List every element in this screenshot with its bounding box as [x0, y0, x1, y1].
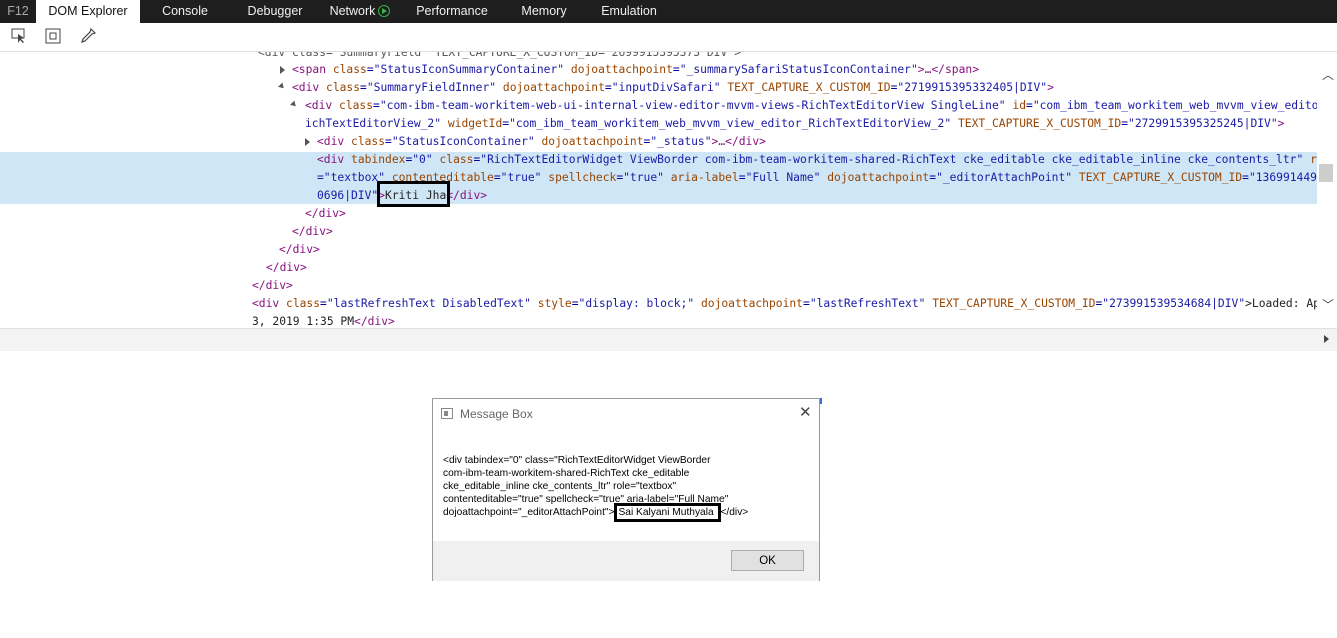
tab-debugger[interactable]: Debugger: [230, 0, 320, 23]
tab-emulation[interactable]: Emulation: [584, 0, 674, 23]
dom-line-span[interactable]: <span class="StatusIconSummaryContainer"…: [292, 61, 979, 79]
tab-network-label: Network: [329, 4, 376, 18]
tab-performance[interactable]: Performance: [400, 0, 504, 23]
expand-arrow-icon[interactable]: [280, 66, 285, 74]
window-icon: [441, 408, 453, 419]
dom-line-summaryfieldinner[interactable]: <div class="SummaryFieldInner" dojoattac…: [292, 79, 1054, 97]
play-icon: [378, 4, 391, 17]
color-picker-icon[interactable]: [79, 27, 97, 45]
message-line: cke_editable_inline cke_contents_ltr" ro…: [443, 481, 677, 492]
dom-line-selected-div[interactable]: <div tabindex="0" class="RichTextEditorW…: [317, 151, 1317, 169]
dom-line-selected-div-cont: ="textbox" contenteditable="true" spellc…: [317, 171, 1317, 184]
highlight-box-icon[interactable]: [44, 27, 62, 45]
dialog-message: <div tabindex="0" class="RichTextEditorW…: [443, 454, 803, 522]
ok-button[interactable]: OK: [731, 550, 804, 571]
tab-console[interactable]: Console: [140, 0, 230, 23]
expand-arrow-icon[interactable]: [305, 138, 310, 146]
collapse-arrow-icon[interactable]: [290, 100, 298, 109]
tab-memory[interactable]: Memory: [504, 0, 584, 23]
scrollbar-thumb[interactable]: [1319, 164, 1333, 182]
dom-tree: <div class="SummaryField" TEXT_CAPTURE_X…: [0, 52, 1317, 328]
tab-f12[interactable]: F12: [0, 0, 36, 23]
dom-explorer-toolbar: [0, 23, 1337, 52]
collapse-arrow-icon[interactable]: [278, 82, 286, 91]
message-box-dialog: Message Box ✕ <div tabindex="0" class="R…: [432, 398, 820, 581]
dom-line-close: </div>: [266, 261, 307, 274]
select-element-icon[interactable]: [10, 27, 28, 45]
dom-line-close: </div>: [252, 279, 293, 292]
tab-network[interactable]: Network: [320, 0, 400, 23]
dom-line-richtexteditorview[interactable]: <div class="com-ibm-team-workitem-web-ui…: [305, 97, 1317, 115]
dom-line-lastrefresh-cont: 3, 2019 1:35 PM</div>: [252, 315, 395, 328]
dom-line-close: </div>: [305, 207, 346, 220]
annotation-box-kriti-jha: [377, 181, 450, 207]
message-name-value: Sai Kalyani Muthyala: [613, 503, 721, 522]
decorative-mark: [820, 398, 822, 404]
horizontal-scrollbar[interactable]: [0, 328, 1337, 351]
tab-dom-explorer[interactable]: DOM Explorer: [36, 0, 140, 23]
dom-line-richtexteditorview-cont: ichTextEditorView_2" widgetId="com_ibm_t…: [305, 117, 1285, 130]
dialog-title: Message Box: [460, 407, 533, 421]
dom-line-statusiconcontainer[interactable]: <div class="StatusIconContainer" dojoatt…: [317, 133, 766, 151]
message-line: <div tabindex="0" class="RichTextEditorW…: [443, 455, 711, 466]
scroll-up-icon[interactable]: ︿: [1322, 66, 1334, 83]
devtools-tab-bar: F12 DOM Explorer Console Debugger Networ…: [0, 0, 1337, 23]
message-line: dojoattachpoint="_editorAttachPoint"> Sai…: [443, 503, 803, 522]
message-line: com-ibm-team-workitem-shared-RichText ck…: [443, 468, 690, 479]
dom-line-close: </div>: [292, 225, 333, 238]
close-icon[interactable]: ✕: [799, 403, 812, 421]
annotation-box-name: [613, 503, 721, 522]
scroll-right-icon[interactable]: [1324, 335, 1329, 343]
dom-line-close: </div>: [279, 243, 320, 256]
dom-line-lastrefresh[interactable]: <div class="lastRefreshText DisabledText…: [252, 295, 1317, 313]
vertical-scrollbar[interactable]: ︿ ﹀: [1317, 52, 1337, 328]
scroll-down-icon[interactable]: ﹀: [1322, 296, 1334, 313]
